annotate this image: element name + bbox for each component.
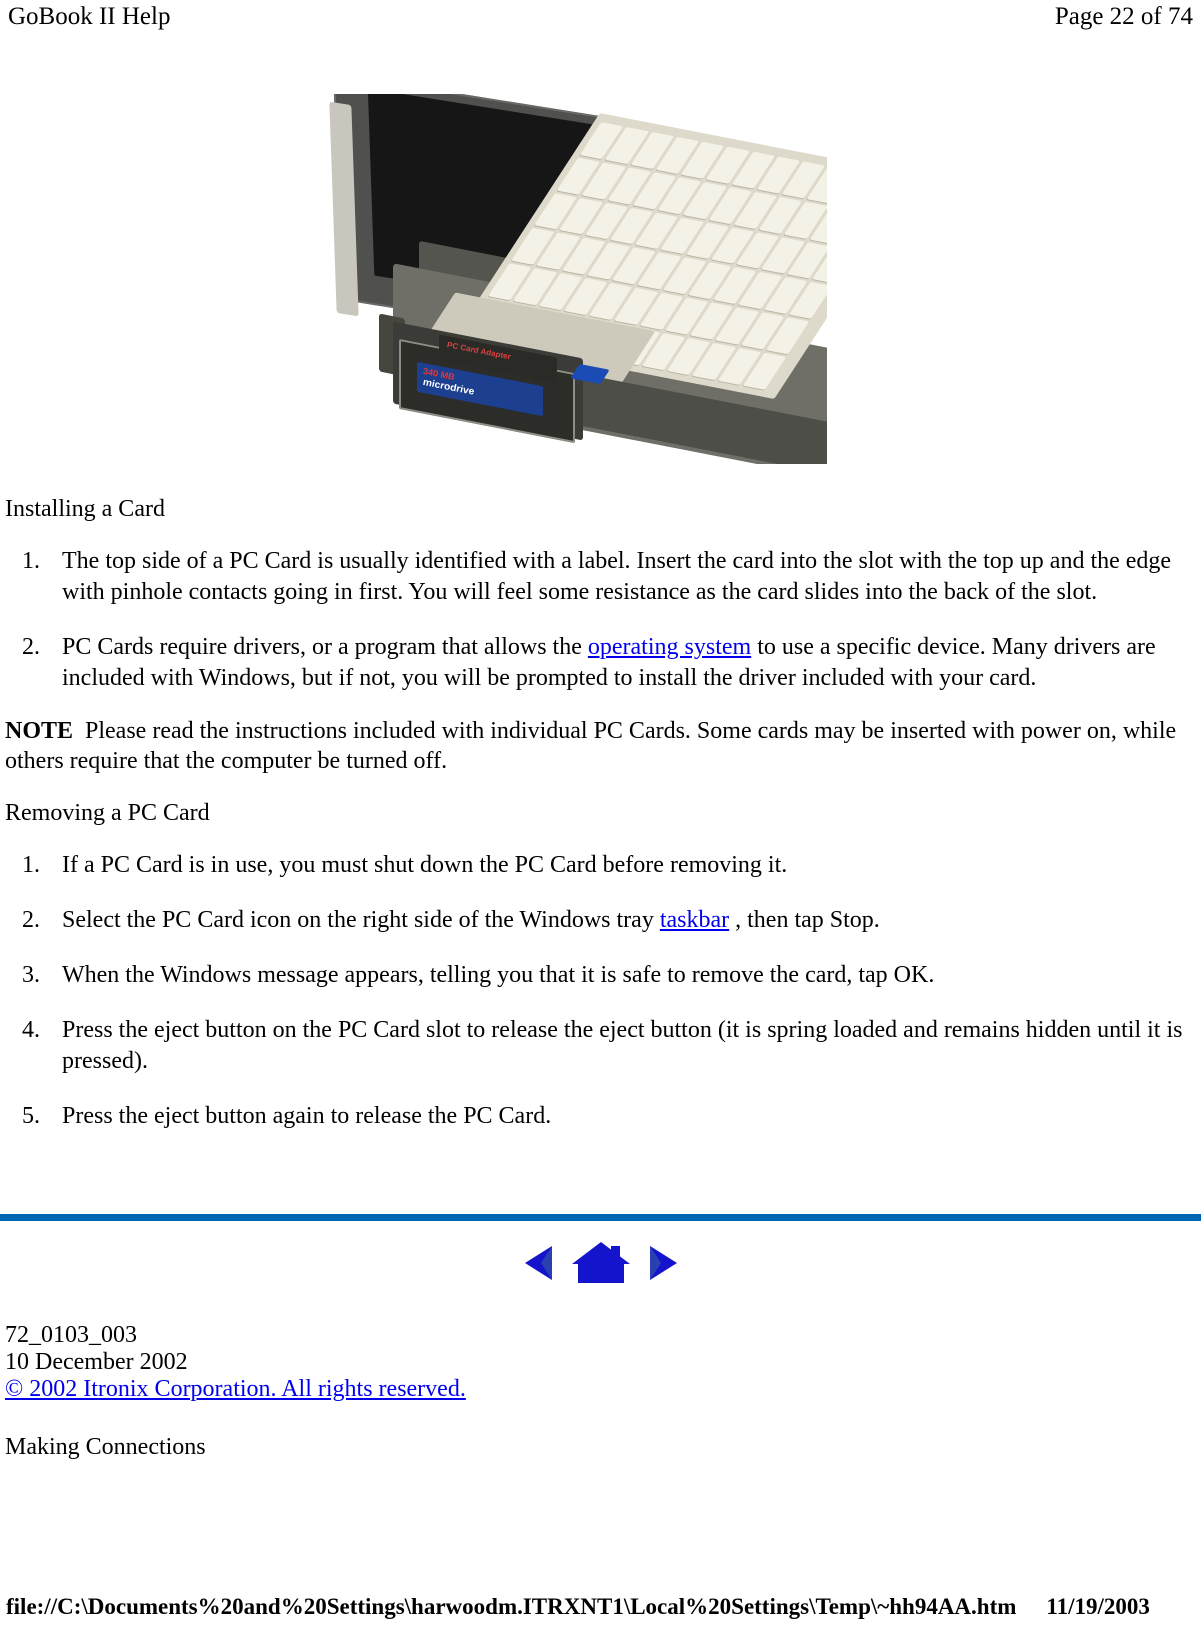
section-divider-rule: [0, 1214, 1201, 1221]
list-item: 2. PC Cards require drivers, or a progra…: [0, 632, 1187, 694]
step-text: If a PC Card is in use, you must shut do…: [62, 852, 788, 878]
step-text: Press the eject button again to release …: [62, 1103, 552, 1129]
step-number: 3.: [22, 962, 40, 988]
list-item: 4. Press the eject button on the PC Card…: [0, 1015, 1187, 1077]
print-footer-path: file://C:\Documents%20and%20Settings\har…: [6, 1594, 1017, 1619]
step-text: Select the PC Card icon on the right sid…: [62, 907, 880, 933]
step-text: Press the eject button on the PC Card sl…: [62, 1017, 1183, 1074]
note-block: NOTE Please read the instructions includ…: [0, 716, 1201, 776]
step-number: 2.: [22, 634, 40, 660]
figure-pc-card-slot: PC Card Adapter 340 MB microdrive: [0, 94, 1201, 464]
list-item: 2. Select the PC Card icon on the right …: [0, 905, 1187, 936]
step-number: 1.: [22, 548, 40, 574]
step-number: 2.: [22, 907, 40, 933]
page-header: GoBook II Help Page 22 of 74: [0, 0, 1201, 40]
header-document-title: GoBook II Help: [8, 3, 171, 30]
page-content: PC Card Adapter 340 MB microdrive Instal…: [0, 80, 1201, 1132]
help-page: GoBook II Help Page 22 of 74 PC Card Ada…: [0, 0, 1201, 1642]
step-text: PC Cards require drivers, or a program t…: [62, 634, 1156, 691]
copyright-link[interactable]: © 2002 Itronix Corporation. All rights r…: [5, 1376, 466, 1403]
note-text: Please read the instructions included wi…: [5, 718, 1177, 774]
list-item: 1. The top side of a PC Card is usually …: [0, 546, 1187, 608]
navigation-bar: [0, 1240, 1201, 1286]
note-label: NOTE: [5, 718, 74, 744]
link-operating-system[interactable]: operating system: [588, 634, 751, 660]
laptop-photo: PC Card Adapter 340 MB microdrive: [327, 94, 827, 464]
list-item: 3. When the Windows message appears, tel…: [0, 960, 1187, 991]
home-icon[interactable]: [570, 1240, 632, 1286]
list-item: 5. Press the eject button again to relea…: [0, 1101, 1187, 1132]
heading-installing-a-card: Installing a Card: [5, 496, 165, 522]
header-page-indicator: Page 22 of 74: [1054, 3, 1193, 30]
removing-steps-list: 1. If a PC Card is in use, you must shut…: [0, 850, 1201, 1132]
step-text: When the Windows message appears, tellin…: [62, 962, 935, 988]
step-text: The top side of a PC Card is usually ide…: [62, 548, 1172, 605]
step-number: 4.: [22, 1017, 40, 1043]
step-number: 5.: [22, 1103, 40, 1129]
step-number: 1.: [22, 852, 40, 878]
print-footer-date: 11/19/2003: [1046, 1594, 1150, 1619]
installing-steps-list: 1. The top side of a PC Card is usually …: [0, 546, 1201, 694]
back-arrow-icon[interactable]: [522, 1244, 556, 1282]
heading-removing-a-pc-card: Removing a PC Card: [5, 800, 210, 826]
print-footer: file://C:\Documents%20and%20Settings\har…: [0, 1594, 1201, 1620]
document-number: 72_0103_003: [5, 1322, 137, 1348]
link-taskbar[interactable]: taskbar: [660, 907, 729, 933]
document-footer-meta: 72_0103_003 10 December 2002 © 2002 Itro…: [5, 1322, 805, 1403]
next-topic-heading: Making Connections: [5, 1434, 206, 1460]
forward-arrow-icon[interactable]: [646, 1244, 680, 1282]
list-item: 1. If a PC Card is in use, you must shut…: [0, 850, 1187, 881]
document-date: 10 December 2002: [5, 1349, 188, 1375]
